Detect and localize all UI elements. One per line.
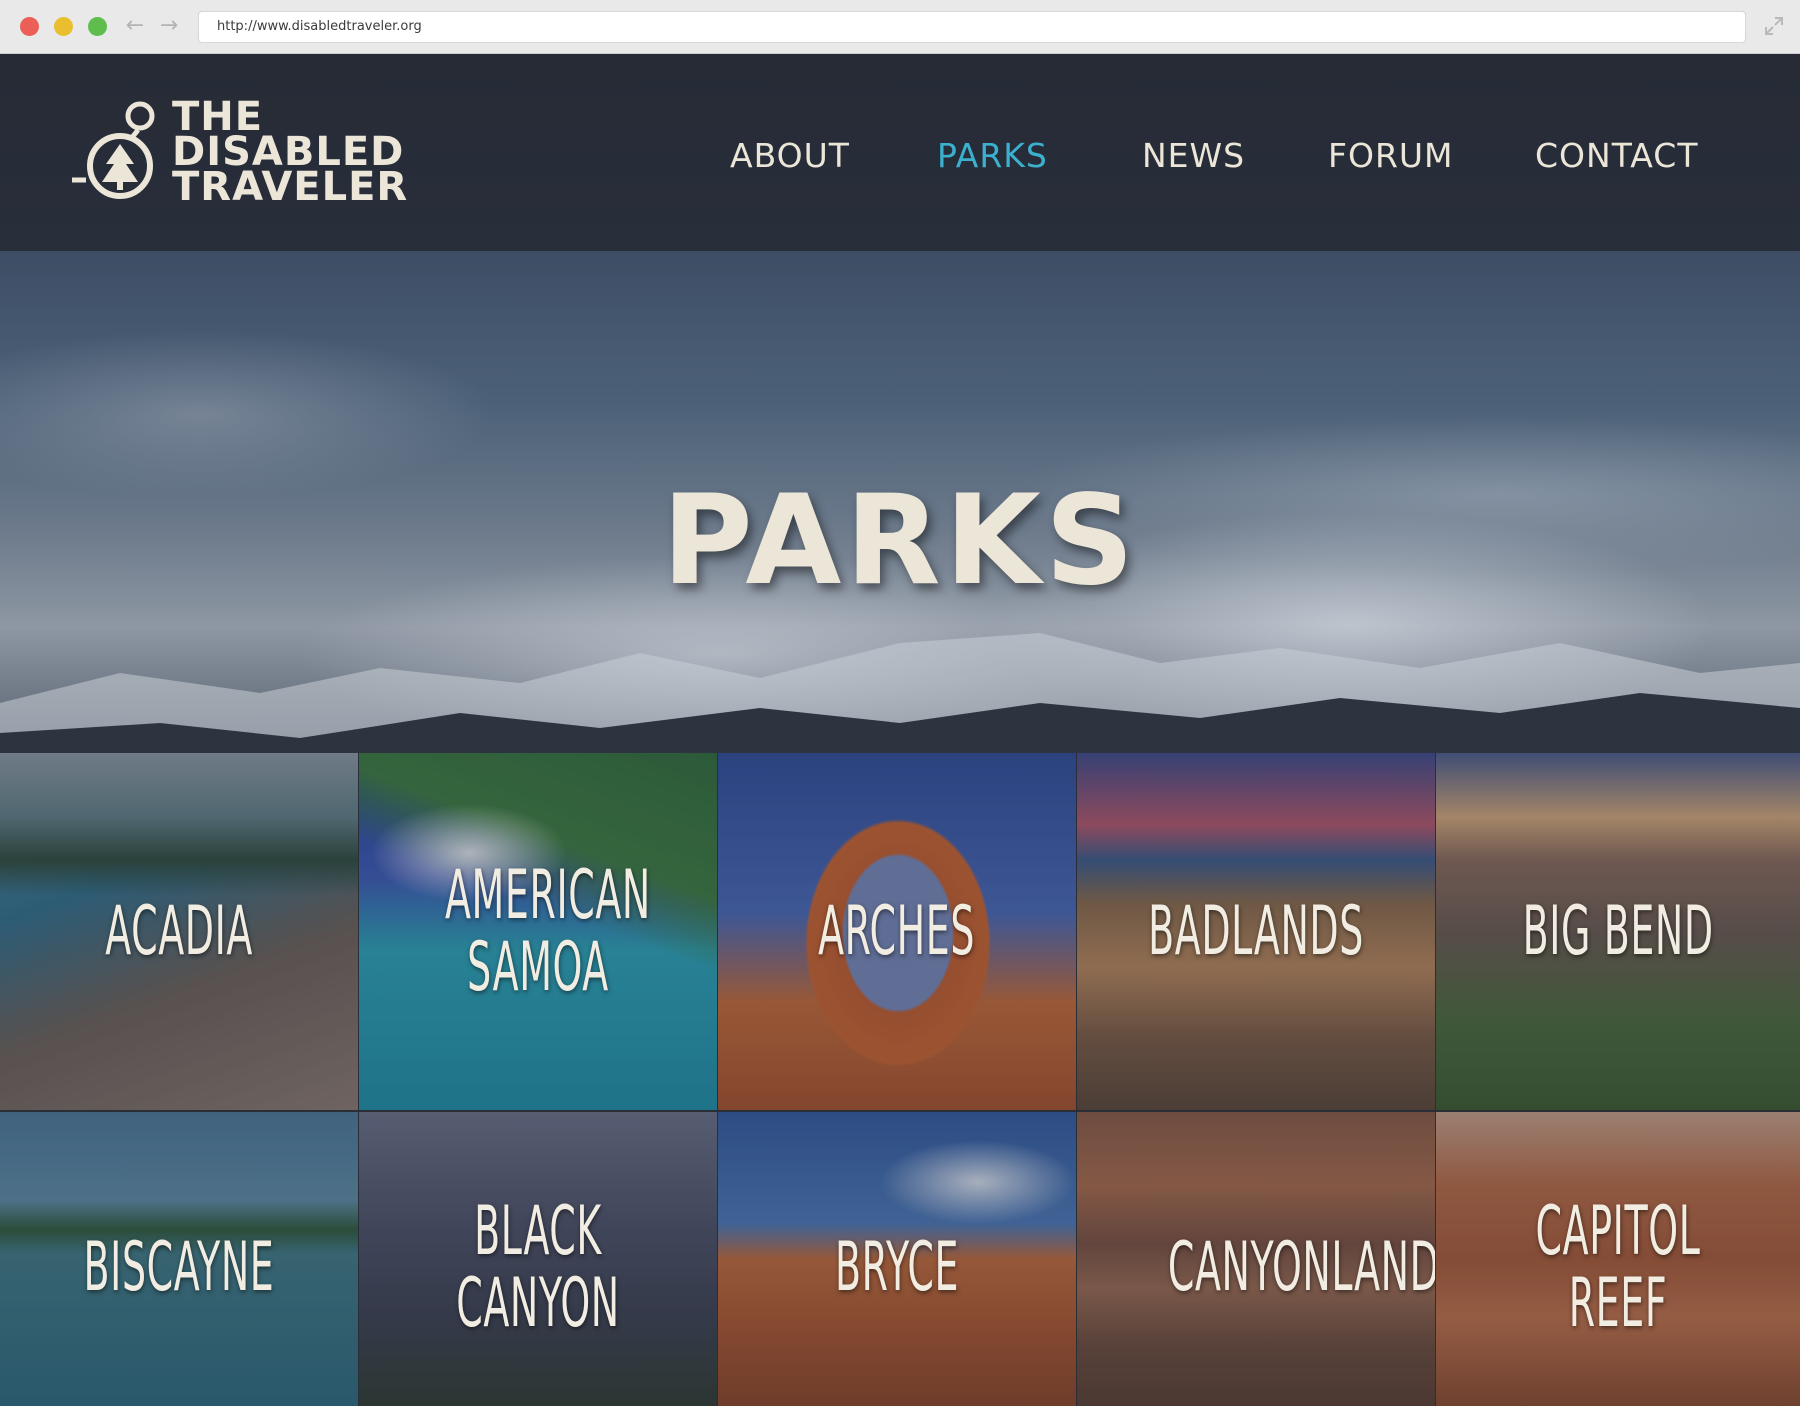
park-name: BISCAYNE: [83, 1227, 275, 1307]
page-title: PARKS: [661, 469, 1139, 613]
minimize-window-button[interactable]: [54, 17, 73, 36]
nav-forum[interactable]: FORUM: [1328, 136, 1454, 176]
nav-news[interactable]: NEWS: [1142, 136, 1245, 176]
expand-icon[interactable]: [1762, 14, 1786, 38]
forward-arrow-icon[interactable]: →: [156, 10, 182, 42]
maximize-window-button[interactable]: [88, 17, 107, 36]
browser-chrome: ← → http://www.disabledtraveler.org: [0, 0, 1800, 54]
park-tile-big-bend[interactable]: BIG BEND: [1436, 753, 1800, 1110]
nav-contact[interactable]: CONTACT: [1535, 136, 1699, 176]
park-name: BIG BEND: [1522, 891, 1714, 971]
park-tile-acadia[interactable]: ACADIA: [0, 753, 358, 1110]
park-name: CAPITOL REEF: [1535, 1191, 1701, 1343]
park-name: ACADIA: [105, 891, 253, 971]
park-tile-bryce[interactable]: BRYCE: [718, 1112, 1076, 1406]
park-tile-canyonlands[interactable]: CANYONLANDS: [1077, 1112, 1435, 1406]
park-name: CANYONLANDS: [1167, 1227, 1435, 1307]
park-tile-arches[interactable]: ARCHES: [718, 753, 1076, 1110]
park-name: ARCHES: [818, 891, 976, 971]
parks-grid: ACADIA AMERICAN SAMOA ARCHES BADLANDS BI…: [0, 753, 1800, 1406]
park-tile-biscayne[interactable]: BISCAYNE: [0, 1112, 358, 1406]
nav-parks[interactable]: PARKS: [937, 136, 1048, 176]
back-arrow-icon[interactable]: ←: [122, 10, 148, 42]
park-name: AMERICAN SAMOA: [445, 855, 651, 1007]
main-navigation: ABOUT PARKS NEWS FORUM CONTACT: [0, 136, 1800, 176]
park-tile-american-samoa[interactable]: AMERICAN SAMOA: [359, 753, 717, 1110]
nav-about[interactable]: ABOUT: [730, 136, 850, 176]
close-window-button[interactable]: [20, 17, 39, 36]
park-tile-badlands[interactable]: BADLANDS: [1077, 753, 1435, 1110]
park-name: BLACK CANYON: [456, 1191, 620, 1343]
park-tile-black-canyon[interactable]: BLACK CANYON: [359, 1112, 717, 1406]
park-name: BRYCE: [834, 1227, 960, 1307]
address-bar[interactable]: http://www.disabledtraveler.org: [198, 11, 1746, 43]
park-name: BADLANDS: [1148, 891, 1364, 971]
park-tile-capitol-reef[interactable]: CAPITOL REEF: [1436, 1112, 1800, 1406]
